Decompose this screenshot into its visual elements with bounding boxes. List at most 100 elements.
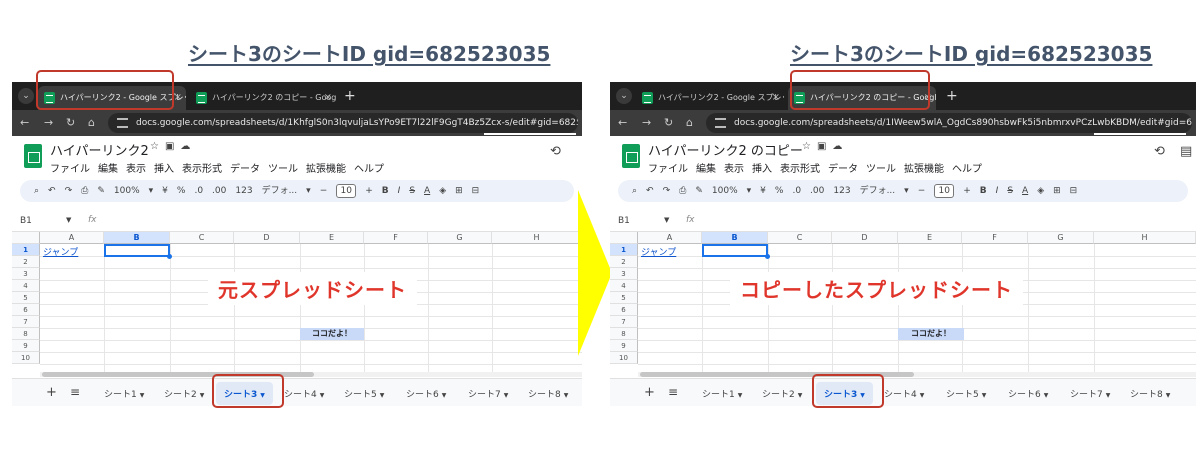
number-format-button[interactable]: 123: [235, 186, 252, 196]
column-header-d[interactable]: D: [234, 232, 300, 244]
menu-file[interactable]: ファイル: [648, 164, 688, 175]
column-header-e[interactable]: E: [898, 232, 962, 244]
font-select[interactable]: デフォ...: [262, 186, 298, 196]
menu-data[interactable]: データ: [828, 164, 858, 175]
sheet-tab-8[interactable]: シート8 ▼: [528, 387, 568, 400]
row-header-8[interactable]: 8: [610, 328, 638, 340]
decrease-decimal-button[interactable]: .0: [194, 186, 203, 196]
add-sheet-icon[interactable]: +: [46, 385, 57, 400]
row-header-7[interactable]: 7: [12, 316, 40, 328]
column-header-a[interactable]: A: [638, 232, 702, 244]
all-sheets-icon[interactable]: ≡: [668, 385, 678, 399]
row-header-1[interactable]: 1: [12, 244, 40, 256]
column-header-h[interactable]: H: [1094, 232, 1196, 244]
back-icon[interactable]: ←: [618, 115, 627, 131]
print-icon[interactable]: ⎙: [679, 186, 686, 196]
zoom-select[interactable]: 100%: [114, 186, 140, 196]
menu-extensions[interactable]: 拡張機能: [904, 164, 944, 175]
italic-icon[interactable]: I: [398, 186, 401, 196]
sheet-tab-1[interactable]: シート1 ▼: [104, 387, 144, 400]
text-color-icon[interactable]: A: [1022, 186, 1028, 196]
currency-button[interactable]: ¥: [162, 186, 168, 196]
column-header-g[interactable]: G: [428, 232, 492, 244]
column-header-f[interactable]: F: [364, 232, 428, 244]
tab-search-icon[interactable]: ⌄: [18, 88, 34, 104]
cell-a1-link[interactable]: ジャンプ: [43, 245, 78, 258]
row-header-1[interactable]: 1: [610, 244, 638, 256]
plus-icon[interactable]: +: [365, 186, 373, 196]
menu-tools[interactable]: ツール: [268, 164, 298, 175]
cloud-icon[interactable]: ☁: [832, 141, 848, 152]
sheet-tab-5[interactable]: シート5 ▼: [344, 387, 384, 400]
column-header-d[interactable]: D: [832, 232, 898, 244]
zoom-select[interactable]: 100%: [712, 186, 738, 196]
chevron-down-icon[interactable]: ▼: [66, 216, 71, 224]
sheet-tab-4[interactable]: シート4 ▼: [284, 387, 324, 400]
paint-format-icon[interactable]: ✎: [97, 186, 105, 196]
address-input[interactable]: docs.google.com/spreadsheets/d/1KhfglS0n…: [108, 113, 578, 133]
row-header-10[interactable]: 10: [12, 352, 40, 364]
font-size-input[interactable]: 10: [336, 184, 357, 198]
borders-icon[interactable]: ⊞: [455, 186, 463, 196]
cell-e8[interactable]: ココだよ！: [300, 328, 364, 340]
menu-view[interactable]: 表示: [126, 164, 146, 175]
add-sheet-icon[interactable]: +: [644, 385, 655, 400]
increase-decimal-button[interactable]: .00: [212, 186, 226, 196]
reload-icon[interactable]: ↻: [66, 115, 75, 131]
merge-icon[interactable]: ⊟: [472, 186, 480, 196]
cell-a1-link[interactable]: ジャンプ: [641, 245, 676, 258]
menu-view[interactable]: 表示: [724, 164, 744, 175]
doc-title[interactable]: ハイパーリンク2: [50, 140, 149, 159]
column-header-f[interactable]: F: [962, 232, 1028, 244]
folder-icon[interactable]: ▣: [817, 141, 832, 152]
fill-color-icon[interactable]: ◈: [439, 186, 446, 196]
decrease-decimal-button[interactable]: .0: [792, 186, 801, 196]
menu-data[interactable]: データ: [230, 164, 260, 175]
print-icon[interactable]: ⎙: [81, 186, 88, 196]
paint-format-icon[interactable]: ✎: [695, 186, 703, 196]
italic-icon[interactable]: I: [996, 186, 999, 196]
address-input[interactable]: docs.google.com/spreadsheets/d/1IWeew5wl…: [706, 113, 1192, 133]
row-header-2[interactable]: 2: [12, 256, 40, 268]
new-tab-icon[interactable]: +: [946, 87, 958, 105]
row-header-4[interactable]: 4: [610, 280, 638, 292]
version-history-icon[interactable]: ⟲: [550, 144, 561, 159]
menu-insert[interactable]: 挿入: [154, 164, 174, 175]
borders-icon[interactable]: ⊞: [1053, 186, 1061, 196]
name-box[interactable]: B1: [20, 216, 32, 226]
bold-icon[interactable]: B: [382, 186, 389, 196]
row-header-4[interactable]: 4: [12, 280, 40, 292]
tab-search-icon[interactable]: ⌄: [616, 88, 632, 104]
row-header-5[interactable]: 5: [12, 292, 40, 304]
forward-icon[interactable]: →: [642, 115, 651, 131]
percent-button[interactable]: %: [177, 186, 186, 196]
site-info-icon[interactable]: [715, 118, 726, 128]
row-header-9[interactable]: 9: [12, 340, 40, 352]
home-icon[interactable]: ⌂: [686, 115, 693, 131]
bold-icon[interactable]: B: [980, 186, 987, 196]
sheet-tab-4[interactable]: シート4 ▼: [884, 387, 924, 400]
folder-icon[interactable]: ▣: [165, 141, 180, 152]
strikethrough-icon[interactable]: S: [1007, 186, 1013, 196]
undo-icon[interactable]: ↶: [48, 186, 56, 196]
redo-icon[interactable]: ↷: [65, 186, 73, 196]
menu-help[interactable]: ヘルプ: [354, 164, 384, 175]
home-icon[interactable]: ⌂: [88, 115, 95, 131]
name-box[interactable]: B1: [618, 216, 630, 226]
font-size-input[interactable]: 10: [934, 184, 955, 198]
fill-color-icon[interactable]: ◈: [1037, 186, 1044, 196]
menu-help[interactable]: ヘルプ: [952, 164, 982, 175]
back-icon[interactable]: ←: [20, 115, 29, 131]
column-header-g[interactable]: G: [1028, 232, 1094, 244]
reload-icon[interactable]: ↻: [664, 115, 673, 131]
chevron-down-icon[interactable]: ▼: [664, 216, 669, 224]
row-header-5[interactable]: 5: [610, 292, 638, 304]
browser-tab-copy[interactable]: ハイパーリンク2 のコピー - Google ス ×: [190, 86, 336, 110]
menu-extensions[interactable]: 拡張機能: [306, 164, 346, 175]
selected-cell-b1[interactable]: [702, 244, 770, 259]
row-header-3[interactable]: 3: [610, 268, 638, 280]
menu-edit[interactable]: 編集: [696, 164, 716, 175]
row-header-6[interactable]: 6: [610, 304, 638, 316]
row-header-9[interactable]: 9: [610, 340, 638, 352]
row-header-3[interactable]: 3: [12, 268, 40, 280]
